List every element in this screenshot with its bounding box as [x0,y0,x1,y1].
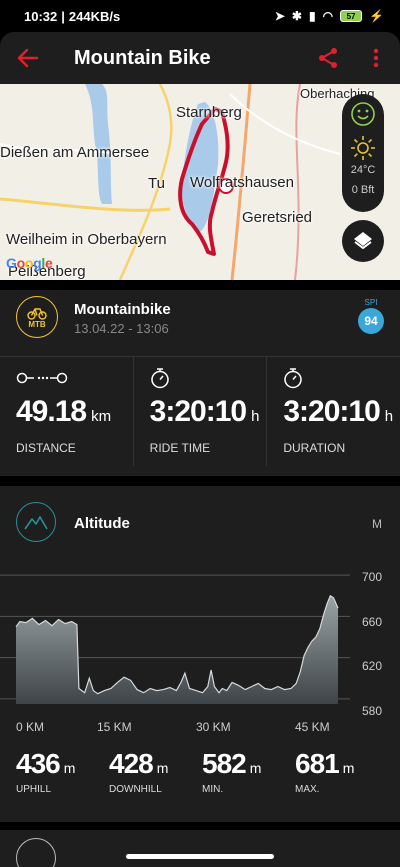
stat-value: 49.18 km [16,395,112,428]
weather-wind: 0 Bft [351,184,375,196]
mountain-icon [16,502,56,542]
altitude-summary: 436 m UPHILL 428 m DOWNHILL 582 m MIN. 681 m… [0,748,400,808]
altitude-area [16,595,338,704]
charging-icon: ⚡ [369,9,384,23]
distance-icon [16,367,68,389]
wifi-icon: ◠ [322,9,334,23]
map-label: Tu [148,175,165,192]
weather-temperature: 24°C [350,164,376,176]
page-title: Mountain Bike [74,46,211,69]
status-divider: | [61,8,65,24]
more-options-button[interactable] [352,32,400,84]
y-tick-label: 660 [362,615,383,629]
altitude-chart[interactable] [0,566,400,716]
stat-ride-time: 3:20:10 h RIDE TIME [134,357,268,466]
stat-duration: 3:20:10 h DURATION [267,357,400,466]
summary-max: 681 m MAX. [295,748,355,795]
section-icon [16,838,56,867]
signal-icon: ▮ [308,9,316,23]
x-tick-label: 45 KM [295,720,330,734]
google-logo: Google [6,255,53,271]
y-tick-label: 700 [362,570,383,584]
smiley-icon [349,100,377,128]
battery-icon: 57 [340,10,363,22]
map-label: Wolfratshausen [190,174,294,191]
y-tick-label: 580 [362,704,383,718]
spi-value: 94 [358,308,384,334]
sun-icon [349,134,377,162]
stat-label: DURATION [283,441,346,455]
stopwatch-icon [150,367,170,389]
map-label: Weilheim in Oberbayern [6,231,167,248]
layers-icon [354,232,372,250]
summary-min: 582 m MIN. [202,748,262,795]
more-vertical-icon [373,48,379,68]
share-button[interactable] [304,32,352,84]
share-icon [319,48,337,68]
activity-date: 13.04.22 - 13:06 [74,321,169,336]
app-bar: Mountain Bike [0,32,400,84]
map-label: Dießen am Ammersee [0,144,150,161]
weather-panel[interactable]: 24°C 0 Bft [342,94,384,212]
activity-badge: MTB [28,319,46,329]
altitude-unit: M [372,517,382,531]
x-tick-label: 0 KM [16,720,45,734]
activity-name: Mountainbike [74,301,171,318]
summary-uphill: 436 m UPHILL [16,748,76,795]
map-label: Starnberg [176,104,242,121]
map-label: Geretsried [242,209,313,226]
x-tick-label: 15 KM [97,720,132,734]
stat-distance: 49.18 km DISTANCE [0,357,134,466]
spi-label: SPI [364,298,378,307]
stopwatch-icon [283,367,303,389]
x-tick-label: 30 KM [196,720,231,734]
stat-label: RIDE TIME [149,441,211,455]
map-layers-button[interactable] [342,220,384,262]
altitude-card: Altitude M 700 660 620 580 0 KM 15 KM 30… [0,486,400,822]
stat-value: 3:20:10 h [149,395,260,428]
mountainbike-icon: MTB [16,296,58,338]
altitude-title: Altitude [74,515,130,532]
stat-value: 3:20:10 h [283,395,394,428]
bluetooth-icon: ✱ [291,9,302,23]
status-speed: 244KB/s [68,8,121,24]
y-tick-label: 620 [362,659,383,673]
status-time: 10:32 [24,8,58,24]
stat-label: DISTANCE [16,441,76,455]
route-map[interactable]: Starnberg Dießen am Ammersee Wolfratshau… [0,84,400,280]
location-icon: ➤ [274,9,285,23]
back-arrow-icon [17,48,39,68]
status-bar: 10:32 | 244KB/s ➤ ✱ ▮ ◠ 57 ⚡ [0,0,400,32]
home-indicator[interactable] [126,854,274,859]
activity-card: MTB Mountainbike 13.04.22 - 13:06 SPI 94… [0,290,400,476]
spi-badge[interactable]: SPI 94 [358,298,384,334]
next-card [0,830,400,867]
summary-downhill: 428 m DOWNHILL [109,748,169,795]
back-button[interactable] [0,32,56,84]
stats-row: 49.18 km DISTANCE 3:20:10 h RIDE TIME 3:20… [0,356,400,466]
